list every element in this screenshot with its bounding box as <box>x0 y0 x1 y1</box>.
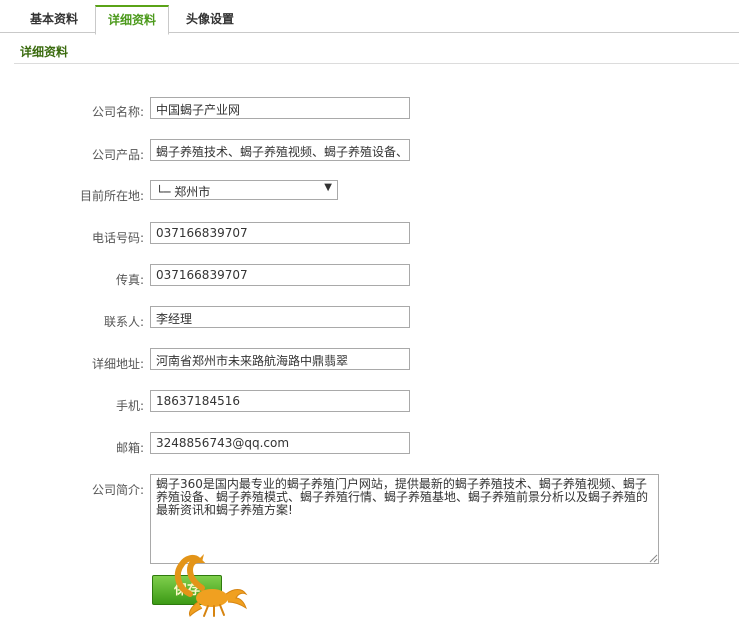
company-products-label: 公司产品: <box>91 148 144 162</box>
location-select[interactable]: └─ 郑州市 ▼ <box>150 180 338 200</box>
tab-bar: 基本资料 详细资料 头像设置 <box>0 0 739 35</box>
tab-avatar-settings[interactable]: 头像设置 <box>170 6 250 32</box>
company-name-input[interactable]: 中国蝎子产业网 <box>150 97 410 119</box>
section-title: 详细资料 <box>20 45 69 59</box>
intro-label: 公司简介: <box>91 483 144 497</box>
phone-input[interactable]: 037166839707 <box>150 222 410 244</box>
contact-input[interactable]: 李经理 <box>150 306 410 328</box>
location-selected-value: └─ 郑州市 <box>156 185 211 199</box>
section-header: 详细资料 <box>14 41 739 64</box>
location-label: 目前所在地: <box>79 189 144 203</box>
email-label: 邮箱: <box>115 441 144 455</box>
address-input[interactable]: 河南省郑州市未来路航海路中鼎翡翠 <box>150 348 410 370</box>
fax-input[interactable]: 037166839707 <box>150 264 410 286</box>
company-products-input[interactable]: 蝎子养殖技术、蝎子养殖视频、蝎子养殖设备、 <box>150 139 410 161</box>
tab-basic-info[interactable]: 基本资料 <box>14 6 94 32</box>
tab-detail-info[interactable]: 详细资料 <box>95 5 169 35</box>
company-name-label: 公司名称: <box>91 105 144 119</box>
mobile-label: 手机: <box>115 399 144 413</box>
email-input[interactable]: 3248856743@qq.com <box>150 432 410 454</box>
profile-page: 基本资料 详细资料 头像设置 详细资料 公司名称: 中国蝎子产业网 公司产品: … <box>0 0 739 626</box>
dropdown-arrow-icon: ▼ <box>324 182 332 193</box>
contact-label: 联系人: <box>103 315 144 329</box>
phone-label: 电话号码: <box>91 231 144 245</box>
mobile-input[interactable]: 18637184516 <box>150 390 410 412</box>
address-label: 详细地址: <box>91 357 144 371</box>
scorpion-mascot-icon <box>174 554 248 617</box>
resize-grip-icon[interactable] <box>648 553 658 563</box>
fax-label: 传真: <box>115 273 144 287</box>
